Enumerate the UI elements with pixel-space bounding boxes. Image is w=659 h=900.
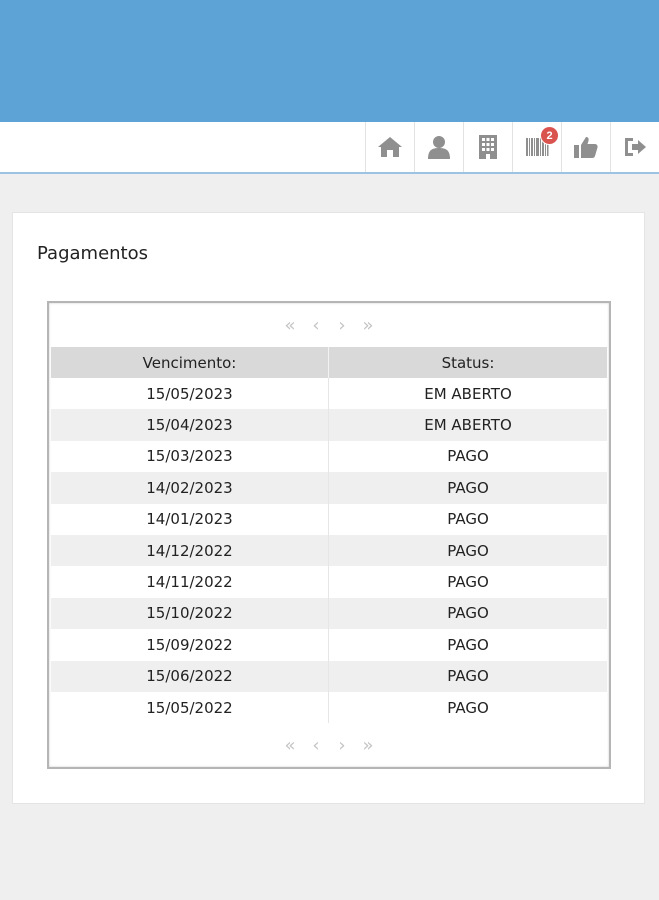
payments-panel: Pagamentos « ‹ › » Vencimento: Status: 1… [12,212,645,804]
due-date-cell: 15/05/2023 [51,378,329,410]
due-date-cell: 15/03/2023 [51,440,329,473]
table-row[interactable]: 15/03/2023 PAGO [51,440,607,473]
toolbar-buttons: 2 [365,122,659,172]
column-header-due-date[interactable]: Vencimento: [51,347,329,378]
table-row[interactable]: 15/05/2023 EM ABERTO [51,378,607,410]
logout-icon [625,138,646,156]
due-date-cell: 14/12/2022 [51,534,329,567]
building-icon [479,135,497,159]
panel-title: Pagamentos [37,243,148,264]
table-row[interactable]: 15/05/2022 PAGO [51,691,607,724]
status-cell: PAGO [328,534,607,567]
boleto-button[interactable]: 2 [512,122,561,172]
first-page-icon[interactable]: « [282,735,298,756]
last-page-icon[interactable]: » [360,315,376,336]
payments-table: Vencimento: Status: 15/05/2023 EM ABERTO … [51,347,607,724]
table-row[interactable]: 14/11/2022 PAGO [51,566,607,598]
status-cell: PAGO [447,510,489,529]
logout-button[interactable] [610,122,659,172]
due-date-cell: 15/04/2023 [51,409,329,441]
table-header-row: Vencimento: Status: [51,347,607,378]
payments-grid: « ‹ › » Vencimento: Status: 15/05/2023 EM… [47,301,611,769]
home-button[interactable] [365,122,414,172]
next-page-icon[interactable]: › [334,315,350,336]
status-cell: PAGO [328,660,607,692]
due-date-cell: 15/06/2022 [51,660,329,692]
table-row[interactable]: 14/01/2023 PAGO [51,503,607,535]
column-header-status[interactable]: Status: [328,347,607,378]
table-row[interactable]: 15/09/2022 PAGO [51,629,607,661]
table-row[interactable]: 15/10/2022 PAGO [51,597,607,630]
status-cell: PAGO [447,573,489,592]
status-cell: PAGO [328,472,607,504]
notification-badge: 2 [540,126,559,145]
like-button[interactable] [561,122,610,172]
top-banner [0,0,659,122]
home-icon [378,137,402,157]
first-page-icon[interactable]: « [282,315,298,336]
status-cell: EM ABERTO [424,384,512,403]
status-cell: EM ABERTO [328,409,607,441]
table-row[interactable]: 14/02/2023 PAGO [51,472,607,504]
status-cell: PAGO [447,635,489,654]
table-row[interactable]: 15/06/2022 PAGO [51,660,607,692]
due-date-cell: 14/01/2023 [51,503,329,535]
due-date-cell: 14/02/2023 [51,472,329,504]
table-row[interactable]: 15/04/2023 EM ABERTO [51,409,607,441]
status-cell: PAGO [328,597,607,630]
due-date-cell: 15/10/2022 [51,597,329,630]
due-date-cell: 14/11/2022 [51,566,329,598]
status-cell: PAGO [447,698,489,717]
toolbar: 2 [0,122,659,174]
prev-page-icon[interactable]: ‹ [308,315,324,336]
profile-button[interactable] [414,122,463,172]
due-date-cell: 15/09/2022 [51,629,329,661]
building-button[interactable] [463,122,512,172]
user-icon [428,136,450,159]
table-row[interactable]: 14/12/2022 PAGO [51,534,607,567]
pager-bottom: « ‹ › » [49,723,609,767]
last-page-icon[interactable]: » [360,735,376,756]
due-date-cell: 15/05/2022 [51,691,329,724]
status-cell: PAGO [447,447,489,466]
next-page-icon[interactable]: › [334,735,350,756]
thumbs-up-icon [574,137,598,158]
pager-top: « ‹ › » [49,303,609,347]
prev-page-icon[interactable]: ‹ [308,735,324,756]
